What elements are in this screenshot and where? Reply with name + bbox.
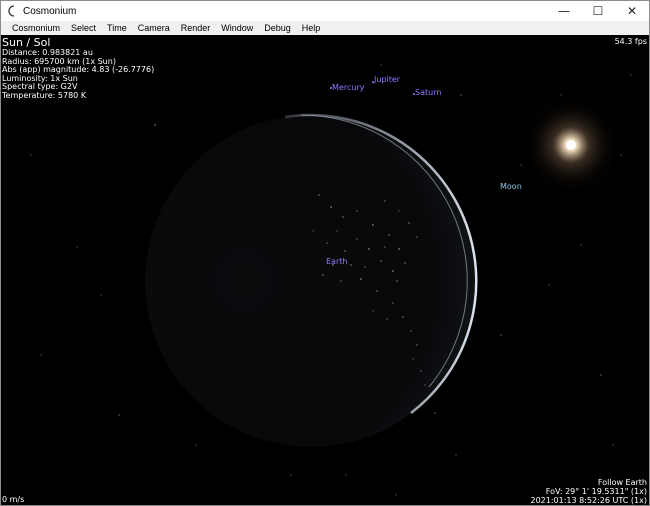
menu-camera[interactable]: Camera [133, 23, 175, 33]
moon-label[interactable]: Moon [500, 182, 522, 191]
menu-bar: Cosmonium Select Time Camera Render Wind… [1, 21, 649, 35]
menu-time[interactable]: Time [102, 23, 132, 33]
datetime-readout: 2021:01:13 8:52:26 UTC (1x) [530, 496, 647, 505]
close-button[interactable]: ✕ [615, 1, 649, 21]
fps-counter: 54.3 fps [614, 37, 647, 46]
selection-info-panel: Sun / Sol Distance: 0.983821 au Radius: … [2, 37, 154, 100]
cosmonium-logo-icon [7, 5, 17, 17]
earth-globe[interactable] [145, 113, 478, 447]
window-title: Cosmonium [23, 5, 77, 17]
menu-window[interactable]: Window [216, 23, 258, 33]
speed-readout: 0 m/s [2, 495, 25, 504]
title-bar[interactable]: Cosmonium — ☐ ✕ [1, 1, 649, 21]
earth-label[interactable]: Earth [326, 257, 347, 266]
minimize-button[interactable]: — [547, 1, 581, 21]
fov-readout: FoV: 29° 1' 19.5311" (1x) [545, 487, 647, 496]
saturn-label[interactable]: Saturn [415, 88, 441, 97]
menu-render[interactable]: Render [176, 23, 216, 33]
3d-viewport[interactable]: Sun / Sol Distance: 0.983821 au Radius: … [1, 35, 649, 505]
follow-status: Follow Earth [597, 478, 647, 487]
sun[interactable] [519, 93, 623, 197]
temperature-text: Temperature: 5780 K [2, 90, 87, 100]
app-window: Cosmonium — ☐ ✕ Cosmonium Select Time Ca… [0, 0, 650, 506]
space-scene [30, 64, 632, 496]
menu-select[interactable]: Select [66, 23, 101, 33]
maximize-button[interactable]: ☐ [581, 1, 615, 21]
menu-help[interactable]: Help [297, 23, 326, 33]
jupiter-label[interactable]: Jupiter [374, 75, 400, 84]
menu-debug[interactable]: Debug [259, 23, 296, 33]
mercury-label[interactable]: Mercury [332, 83, 364, 92]
menu-cosmonium[interactable]: Cosmonium [7, 23, 65, 33]
status-readout: Follow Earth FoV: 29° 1' 19.5311" (1x) 2… [530, 478, 647, 505]
